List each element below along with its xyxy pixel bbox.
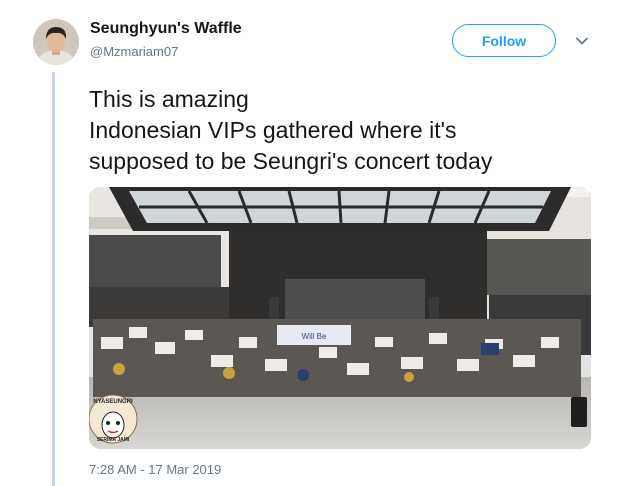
tweet-timestamp[interactable]: 7:28 AM - 17 Mar 2019 xyxy=(89,462,221,477)
author-name[interactable]: Seunghyun's Waffle xyxy=(90,20,242,38)
tweet-text-line: Indonesian VIPs gathered where it's xyxy=(89,117,457,143)
photo-banner: Will Be xyxy=(302,332,327,341)
tweet-text-line: This is amazing xyxy=(89,86,249,112)
avatar[interactable] xyxy=(33,19,79,65)
author-handle[interactable]: @Mzmariam07 xyxy=(90,44,178,59)
thread-line xyxy=(52,72,55,486)
watermark-top-text: NYASEUNGRI xyxy=(93,399,133,405)
follow-button[interactable]: Follow xyxy=(452,24,556,57)
tweet-photo[interactable]: Will Be NYASEUNGRI SERIMA JAMI xyxy=(89,187,591,449)
tweet-text: This is amazing Indonesian VIPs gathered… xyxy=(89,84,599,177)
tweet-text-line: supposed to be Seungri's concert today xyxy=(89,148,493,174)
chevron-down-icon[interactable] xyxy=(575,34,589,48)
watermark-bottom-text: SERIMA JAMI xyxy=(97,437,130,443)
